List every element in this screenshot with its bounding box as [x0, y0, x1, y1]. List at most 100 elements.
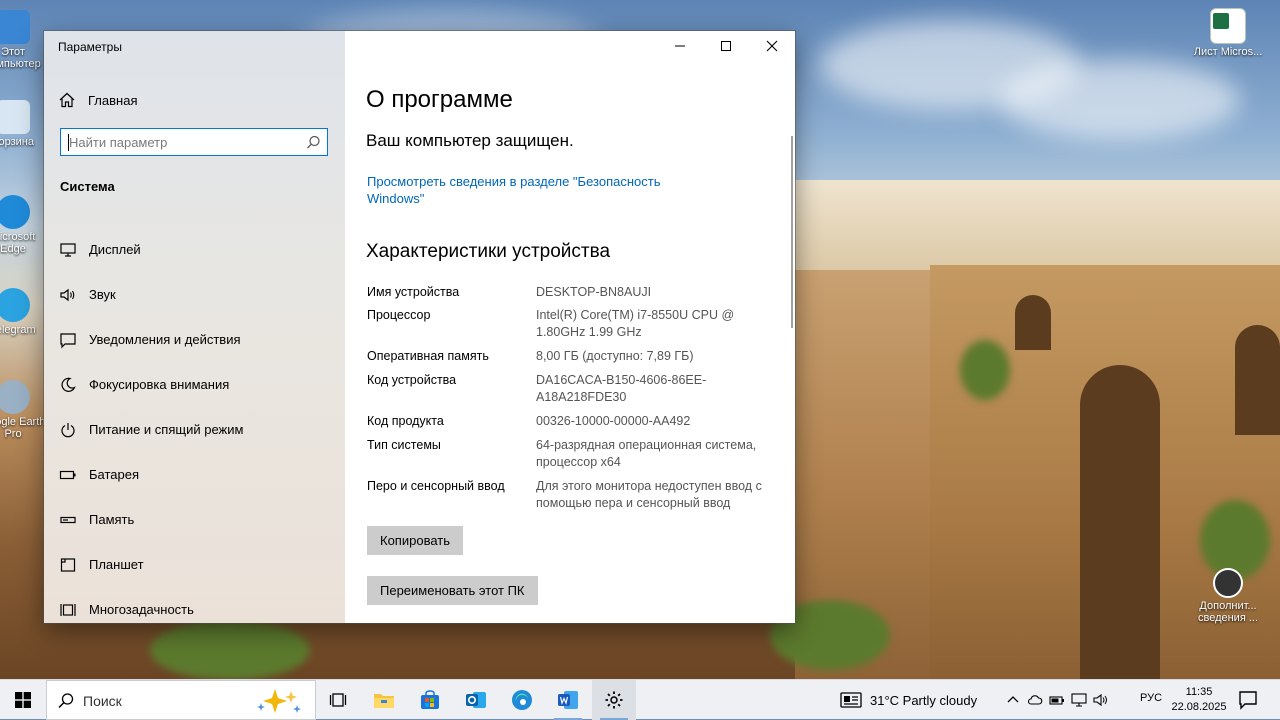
desktop-icon-label: Этот компьютер	[0, 46, 41, 70]
desktop-icon-label: Дополнит... сведения ...	[1197, 600, 1259, 624]
close-button[interactable]	[749, 31, 795, 61]
nav-item-sound[interactable]: Звук	[44, 272, 345, 317]
tablet-icon	[60, 557, 76, 572]
google-earth-icon	[0, 380, 30, 414]
search-icon	[58, 693, 74, 709]
battery-icon	[1049, 696, 1064, 705]
maximize-icon	[721, 41, 731, 51]
start-button[interactable]	[0, 680, 46, 720]
tray-battery[interactable]	[1046, 680, 1068, 720]
input-language[interactable]: РУС	[1140, 692, 1162, 704]
store-icon	[421, 690, 439, 709]
nav-home-label: Главная	[88, 92, 138, 108]
task-view-button[interactable]	[316, 680, 360, 720]
desktop-icon-telegram[interactable]: Telegram	[0, 288, 48, 336]
desktop-icon-label: Microsoft Edge	[0, 231, 36, 255]
word-icon	[558, 691, 578, 709]
settings-sidebar: Параметры Главная Система Дисплей Зву	[44, 31, 345, 623]
nav-item-label: Многозадачность	[89, 602, 194, 617]
nav-item-label: Уведомления и действия	[89, 332, 241, 347]
volume-icon	[1093, 693, 1107, 707]
nav-item-label: Память	[89, 512, 135, 527]
desktop-icon-edge[interactable]: Microsoft Edge	[0, 195, 48, 255]
nav-item-label: Фокусировка внимания	[89, 377, 230, 392]
network-icon	[1071, 693, 1087, 707]
taskbar-word[interactable]	[546, 680, 590, 720]
nav-item-notifications[interactable]: Уведомления и действия	[44, 317, 345, 362]
notifications-icon	[60, 332, 76, 348]
spec-key: Процессор	[367, 308, 431, 322]
desktop-icon-google-earth[interactable]: Google Earth Pro	[0, 380, 48, 440]
nav-item-label: Планшет	[89, 557, 144, 572]
telegram-icon	[0, 288, 30, 322]
notification-center-icon[interactable]	[1236, 688, 1260, 712]
maximize-button[interactable]	[703, 31, 749, 61]
clock-time: 11:35	[1185, 686, 1213, 698]
taskbar-outlook[interactable]	[454, 680, 498, 720]
taskbar: Поиск 31°C Partly cloudy РУС 11:35 22.08…	[0, 679, 1280, 720]
spec-key: Перо и сенсорный ввод	[367, 479, 505, 493]
taskbar-search-box[interactable]: Поиск	[46, 680, 316, 720]
taskbar-settings[interactable]	[592, 680, 636, 720]
search-icon[interactable]	[306, 135, 321, 150]
desktop-icon-recycle-bin[interactable]: Корзина	[0, 100, 48, 148]
tray-volume[interactable]	[1090, 680, 1112, 720]
info-circle-icon	[1213, 568, 1243, 598]
taskbar-clock[interactable]: 11:35 22.08.2025	[1170, 685, 1228, 715]
clock-date: 22.08.2025	[1171, 701, 1227, 713]
nav-item-display[interactable]: Дисплей	[44, 227, 345, 272]
sound-icon	[60, 288, 75, 301]
taskbar-microsoft-store[interactable]	[408, 680, 452, 720]
nav-item-label: Батарея	[89, 467, 140, 482]
spec-value: 8,00 ГБ (доступно: 7,89 ГБ)	[536, 349, 694, 363]
nav-item-tablet[interactable]: Планшет	[44, 542, 345, 587]
close-icon	[766, 40, 778, 52]
settings-window: Параметры Главная Система Дисплей Зву	[44, 31, 795, 623]
minimize-icon	[675, 45, 685, 47]
computer-icon	[0, 10, 30, 44]
windows-logo-icon	[15, 692, 31, 708]
desktop-icon-excel-sheet[interactable]: Лист Micros...	[1193, 8, 1263, 58]
settings-search-box	[60, 128, 328, 156]
security-details-link[interactable]: Просмотреть сведения в разделе "Безопасн…	[367, 173, 687, 207]
spec-key: Тип системы	[367, 438, 441, 452]
content-scrollbar[interactable]	[791, 136, 793, 328]
multitasking-icon	[60, 603, 76, 616]
desktop-icon-additional-info[interactable]: Дополнит... сведения ...	[1193, 568, 1263, 624]
taskbar-edge[interactable]	[500, 680, 544, 720]
folder-icon	[374, 694, 394, 708]
desktop-icon-this-pc[interactable]: Этот компьютер	[0, 10, 48, 70]
rename-pc-button[interactable]: Переименовать этот ПК	[367, 576, 538, 605]
display-icon	[60, 242, 76, 257]
tray-network[interactable]	[1068, 680, 1090, 720]
desktop-icon-label: Корзина	[0, 136, 34, 148]
page-title: О программе	[366, 86, 513, 113]
nav-item-multitasking[interactable]: Многозадачность	[44, 587, 345, 623]
spec-value: 64-разрядная операционная система, проце…	[536, 438, 757, 469]
battery-icon	[59, 470, 76, 479]
taskbar-file-explorer[interactable]	[362, 680, 406, 720]
spec-key: Имя устройства	[367, 285, 460, 299]
settings-search-input[interactable]	[69, 133, 299, 151]
tray-onedrive[interactable]	[1024, 680, 1046, 720]
gear-icon	[605, 691, 623, 709]
spec-value: 00326-10000-00000-AA492	[536, 414, 691, 428]
nav-item-focus-assist[interactable]: Фокусировка внимания	[44, 362, 345, 407]
weather-widget[interactable]: 31°C Partly cloudy	[840, 680, 977, 720]
nav-home[interactable]: Главная	[58, 89, 137, 111]
copy-button[interactable]: Копировать	[367, 526, 463, 555]
storage-icon	[60, 516, 76, 523]
sparkle-icon	[257, 689, 301, 713]
nav-item-label: Звук	[89, 287, 116, 302]
spec-value: DA16CACA-B150-4606-86EE-A18A218FDE30	[536, 373, 707, 404]
nav-item-battery[interactable]: Батарея	[44, 452, 345, 497]
chevron-up-icon	[1007, 696, 1019, 703]
nav-item-storage[interactable]: Память	[44, 497, 345, 542]
nav-item-power[interactable]: Питание и спящий режим	[44, 407, 345, 452]
minimize-button[interactable]	[657, 31, 703, 61]
settings-nav-list: Дисплей Звук Уведомления и действия Фоку…	[44, 227, 345, 623]
tray-overflow-button[interactable]	[1002, 680, 1024, 720]
excel-file-icon	[1210, 8, 1246, 44]
desktop-icon-label: Лист Micros...	[1193, 46, 1263, 58]
section-label-system: Система	[60, 179, 115, 194]
